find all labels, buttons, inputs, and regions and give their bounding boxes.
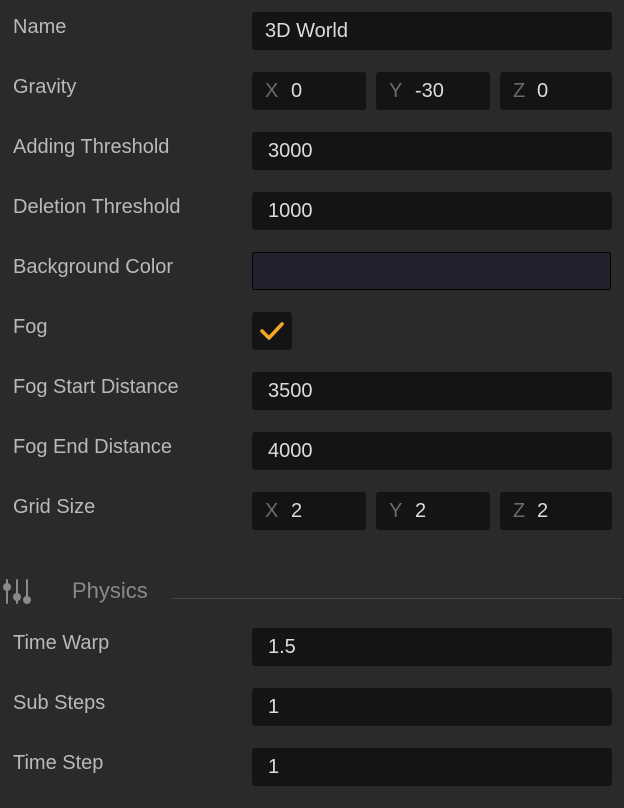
name-label: Name — [13, 16, 67, 38]
fog-row: Fog — [0, 312, 624, 352]
name-input[interactable]: 3D World — [252, 12, 612, 50]
sub-steps-label: Sub Steps — [13, 692, 106, 714]
deletion-threshold-input[interactable]: 1000 — [252, 192, 612, 230]
sliders-icon — [3, 579, 31, 604]
gravity-z-input[interactable]: Z 0 — [500, 72, 612, 110]
grid-size-x-value: 2 — [291, 500, 303, 522]
sub-steps-input[interactable]: 1 — [252, 688, 612, 726]
fog-start-distance-input[interactable]: 3500 — [252, 372, 612, 410]
gravity-x-value: 0 — [291, 80, 303, 102]
adding-threshold-row: Adding Threshold 3000 — [0, 132, 624, 172]
grid-size-y-value: 2 — [415, 500, 427, 522]
background-color-swatch[interactable] — [252, 252, 611, 290]
fog-end-distance-row: Fog End Distance 4000 — [0, 432, 624, 472]
checkmark-icon — [260, 322, 284, 340]
gravity-z-axis-label: Z — [513, 80, 526, 102]
gravity-y-value: -30 — [415, 80, 444, 102]
grid-size-z-axis-label: Z — [513, 500, 526, 522]
fog-start-distance-row: Fog Start Distance 3500 — [0, 372, 624, 412]
gravity-y-input[interactable]: Y -30 — [376, 72, 490, 110]
time-warp-row: Time Warp 1.5 — [0, 628, 624, 668]
fog-label: Fog — [13, 316, 48, 338]
deletion-threshold-row: Deletion Threshold 1000 — [0, 192, 624, 232]
background-color-row: Background Color — [0, 252, 624, 292]
gravity-z-value: 0 — [537, 80, 549, 102]
gravity-y-axis-label: Y — [389, 80, 403, 102]
gravity-row: Gravity X 0 Y -30 Z 0 — [0, 72, 624, 112]
fog-checkbox[interactable] — [252, 312, 292, 350]
time-warp-label: Time Warp — [13, 632, 110, 654]
grid-size-row: Grid Size X 2 Y 2 Z 2 — [0, 492, 624, 532]
sub-steps-row: Sub Steps 1 — [0, 688, 624, 728]
grid-size-label: Grid Size — [13, 496, 96, 518]
grid-size-x-input[interactable]: X 2 — [252, 492, 366, 530]
adding-threshold-input[interactable]: 3000 — [252, 132, 612, 170]
fog-end-distance-input[interactable]: 4000 — [252, 432, 612, 470]
background-color-label: Background Color — [13, 256, 174, 278]
time-step-input[interactable]: 1 — [252, 748, 612, 786]
grid-size-y-input[interactable]: Y 2 — [376, 492, 490, 530]
grid-size-x-axis-label: X — [265, 500, 279, 522]
gravity-x-axis-label: X — [265, 80, 279, 102]
grid-size-z-input[interactable]: Z 2 — [500, 492, 612, 530]
physics-section-header[interactable]: Physics — [0, 574, 624, 608]
time-step-label: Time Step — [13, 752, 104, 774]
gravity-label: Gravity — [13, 76, 77, 98]
fog-end-distance-label: Fog End Distance — [13, 436, 172, 458]
time-step-row: Time Step 1 — [0, 748, 624, 788]
grid-size-z-value: 2 — [537, 500, 549, 522]
adding-threshold-label: Adding Threshold — [13, 136, 170, 158]
deletion-threshold-label: Deletion Threshold — [13, 196, 181, 218]
fog-start-distance-label: Fog Start Distance — [13, 376, 179, 398]
physics-section-title: Physics — [72, 578, 148, 603]
time-warp-input[interactable]: 1.5 — [252, 628, 612, 666]
name-row: Name 3D World — [0, 12, 624, 52]
grid-size-y-axis-label: Y — [389, 500, 403, 522]
gravity-x-input[interactable]: X 0 — [252, 72, 366, 110]
section-divider — [172, 598, 622, 599]
